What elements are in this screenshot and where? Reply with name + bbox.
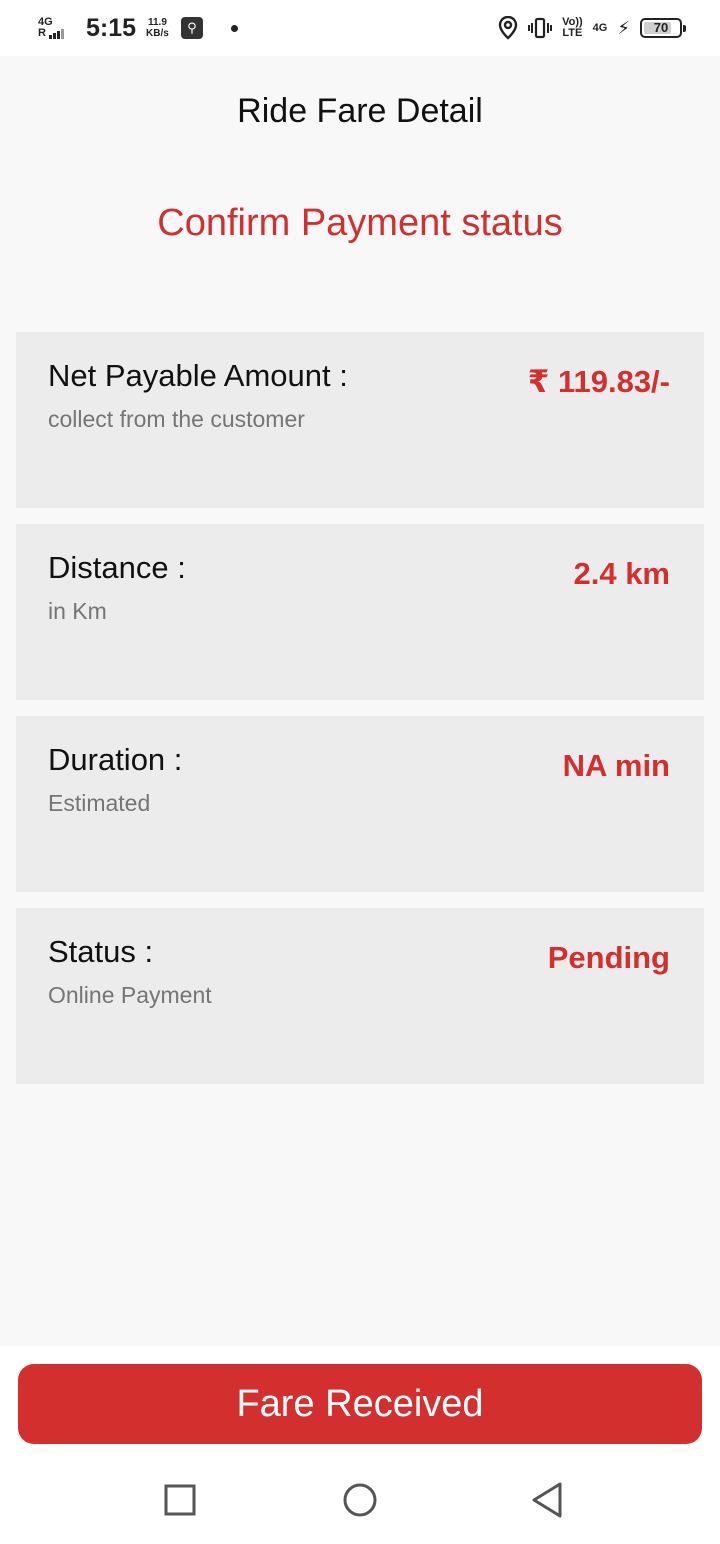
vibrate-icon xyxy=(528,17,553,39)
status-bar-right: Vo)) LTE 4G ⚡ 70 xyxy=(498,12,686,44)
signal-indicator: 4G R xyxy=(38,17,76,39)
distance-label: Distance : xyxy=(48,550,186,585)
status-card: Status : Online Payment Pending xyxy=(16,908,704,1084)
signal-bars-icon xyxy=(49,28,65,39)
network-speed: 11.9 KB/s xyxy=(146,17,169,39)
fare-detail-screen: Ride Fare Detail Confirm Payment status … xyxy=(0,56,720,1346)
battery-icon: 70 xyxy=(640,18,686,38)
status-bar: 4G R 5:15 11.9 KB/s ⚲ Vo)) LTE 4G ⚡ 70 xyxy=(0,0,720,56)
duration-card: Duration : Estimated NA min xyxy=(16,716,704,892)
bottom-action-area: Fare Received xyxy=(0,1346,720,1456)
status-value: Pending xyxy=(547,940,670,975)
status-label: Status : xyxy=(48,934,154,969)
recents-square-icon[interactable] xyxy=(160,1480,200,1520)
clock: 5:15 xyxy=(86,13,137,42)
network-speed-unit: KB/s xyxy=(146,28,169,39)
distance-value: 2.4 km xyxy=(573,556,670,591)
network-speed-value: 11.9 xyxy=(147,17,167,28)
duration-label: Duration : xyxy=(48,742,183,777)
volte-indicator: Vo)) LTE xyxy=(562,17,583,39)
system-nav-bar xyxy=(0,1456,720,1544)
notification-dot-icon xyxy=(230,24,238,32)
distance-sub: in Km xyxy=(48,598,107,624)
duration-value: NA min xyxy=(562,748,670,783)
distance-card: Distance : in Km 2.4 km xyxy=(16,524,704,700)
back-triangle-icon[interactable] xyxy=(528,1480,568,1520)
duration-sub: Estimated xyxy=(48,790,151,816)
status-sub: Online Payment xyxy=(48,982,212,1008)
net-payable-sub: collect from the customer xyxy=(48,406,305,432)
status-bar-left: 4G R 5:15 11.9 KB/s ⚲ xyxy=(38,12,238,44)
data-type: 4G xyxy=(592,21,608,34)
location-icon xyxy=(498,16,518,40)
net-payable-value: ₹ 119.83/- xyxy=(527,364,670,399)
payment-status-heading: Confirm Payment status xyxy=(157,202,563,244)
net-payable-label: Net Payable Amount : xyxy=(48,358,348,393)
roaming-indicator: R xyxy=(38,27,46,39)
usb-debug-icon: ⚲ xyxy=(180,17,203,39)
fare-received-button[interactable]: Fare Received xyxy=(18,1364,702,1444)
charging-bolt-icon: ⚡ xyxy=(617,17,630,38)
battery-level: 70 xyxy=(653,20,669,35)
volte-bottom: LTE xyxy=(562,27,583,39)
page-title: Ride Fare Detail xyxy=(237,92,483,130)
net-payable-card: Net Payable Amount : collect from the cu… xyxy=(16,332,704,508)
home-circle-icon[interactable] xyxy=(340,1480,380,1520)
